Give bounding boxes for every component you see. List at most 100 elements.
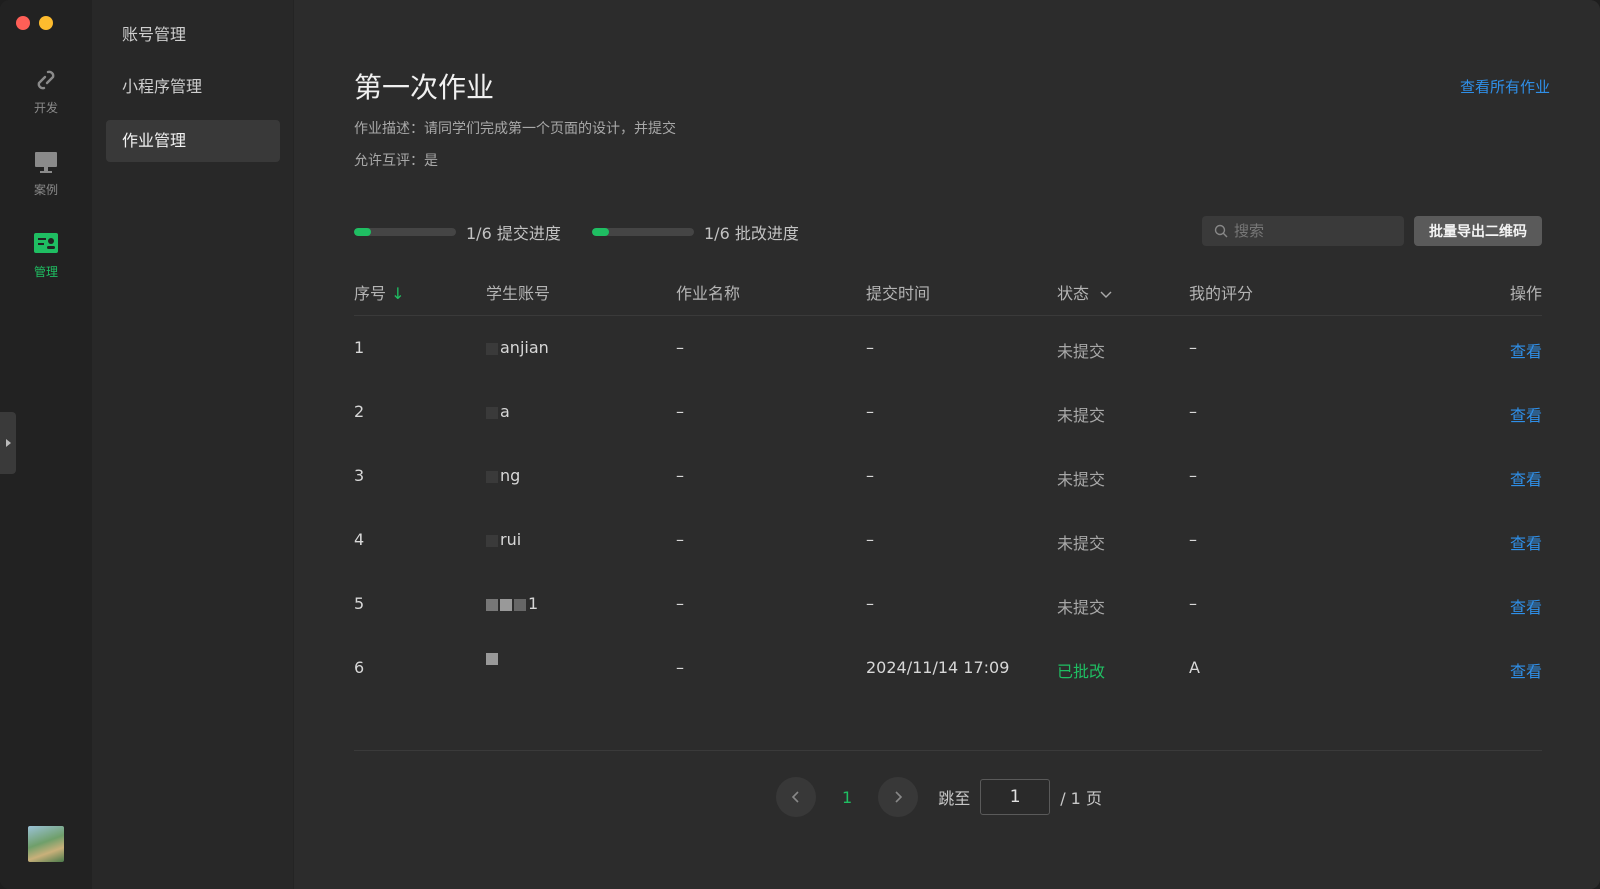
row-submit-time: – xyxy=(866,338,874,357)
review-progress-fill xyxy=(592,228,609,236)
chevron-down-icon xyxy=(1100,291,1112,298)
row-index: 3 xyxy=(354,466,365,485)
table-row: 4 rui – – 未提交 – 查看 xyxy=(354,508,1542,572)
redacted-mask xyxy=(486,534,498,547)
header-index-label: 序号 xyxy=(354,284,387,303)
row-score: – xyxy=(1189,466,1197,485)
row-status: 未提交 xyxy=(1057,534,1106,553)
row-account-text: 1 xyxy=(528,594,539,613)
row-account-text: rui xyxy=(500,530,522,549)
header-index[interactable]: 序号 ↓ xyxy=(354,280,405,304)
row-status: 未提交 xyxy=(1057,598,1106,617)
row-homework-name: – xyxy=(676,594,684,613)
redacted-mask xyxy=(486,470,498,483)
sort-down-icon: ↓ xyxy=(391,284,405,303)
row-view-link[interactable]: 查看 xyxy=(1510,338,1542,362)
row-score: – xyxy=(1189,530,1197,549)
link-icon xyxy=(37,70,55,90)
batch-export-qrcode-button[interactable]: 批量导出二维码 xyxy=(1414,216,1542,246)
header-status-label: 状态 xyxy=(1057,284,1090,303)
close-window-button[interactable] xyxy=(16,16,30,30)
total-pages-label: / 1 页 xyxy=(1060,789,1102,808)
row-status: 未提交 xyxy=(1057,406,1106,425)
row-submit-time: – xyxy=(866,402,874,421)
rail-item-label: 案例 xyxy=(33,183,58,197)
row-view-link[interactable]: 查看 xyxy=(1510,402,1542,426)
menu-item-miniprogram[interactable]: 小程序管理 xyxy=(106,66,280,108)
avatar[interactable] xyxy=(28,826,64,862)
row-status: 未提交 xyxy=(1057,342,1106,361)
row-account: ng xyxy=(486,466,520,485)
row-index: 2 xyxy=(354,402,365,421)
search-icon xyxy=(1214,224,1228,238)
monitor-icon xyxy=(35,152,57,173)
row-homework-name: – xyxy=(676,658,684,677)
pagination: 1 跳至 / 1 页 xyxy=(776,776,1102,818)
header-status[interactable]: 状态 xyxy=(1057,280,1112,304)
row-status: 已批改 xyxy=(1057,662,1106,681)
submit-progress: 1/6 提交进度 xyxy=(354,222,561,243)
jump-page-input[interactable] xyxy=(980,779,1051,815)
row-account-text: ng xyxy=(500,466,521,485)
table-row: 6 – 2024/11/14 17:09 已批改 A 查看 xyxy=(354,636,1542,700)
redacted-mask xyxy=(486,598,498,611)
row-account-text: anjian xyxy=(500,338,549,357)
row-score: – xyxy=(1189,402,1197,421)
row-account: a xyxy=(486,402,510,421)
row-index: 5 xyxy=(354,594,365,613)
row-view-link[interactable]: 查看 xyxy=(1510,658,1542,682)
row-status: 未提交 xyxy=(1057,470,1106,489)
search-input[interactable] xyxy=(1234,222,1394,240)
view-all-homework-link[interactable]: 查看所有作业 xyxy=(1460,76,1550,97)
table-row: 2 a – – 未提交 – 查看 xyxy=(354,380,1542,444)
table-row: 3 ng – – 未提交 – 查看 xyxy=(354,444,1542,508)
table-header: 序号 ↓ 学生账号 作业名称 提交时间 状态 我的评分 操作 xyxy=(354,274,1542,316)
rail-item-label: 管理 xyxy=(33,265,58,279)
row-homework-name: – xyxy=(676,402,684,421)
row-score: – xyxy=(1189,594,1197,613)
submit-progress-bar xyxy=(354,228,456,236)
page-number-current[interactable]: 1 xyxy=(842,788,852,807)
row-view-link[interactable]: 查看 xyxy=(1510,466,1542,490)
row-submit-time: – xyxy=(866,530,874,549)
next-page-button[interactable] xyxy=(878,777,919,817)
row-index: 4 xyxy=(354,530,365,549)
row-score: – xyxy=(1189,338,1197,357)
row-view-link[interactable]: 查看 xyxy=(1510,530,1542,554)
row-score: A xyxy=(1189,658,1200,677)
page-title: 第一次作业 xyxy=(354,71,495,104)
prev-page-button[interactable] xyxy=(776,777,816,817)
rail-item-cases[interactable]: 案例 xyxy=(0,148,92,198)
menu-item-homework[interactable]: 作业管理 xyxy=(106,120,280,162)
redacted-mask xyxy=(486,342,498,355)
rail-item-label: 开发 xyxy=(33,101,58,115)
rail-item-develop[interactable]: 开发 xyxy=(0,66,92,116)
review-progress-label: 1/6 批改进度 xyxy=(704,224,799,243)
header-submit-time: 提交时间 xyxy=(866,284,931,303)
submit-progress-label: 1/6 提交进度 xyxy=(466,224,561,243)
rail-item-manage[interactable]: 管理 xyxy=(0,230,92,280)
redacted-mask xyxy=(486,652,498,665)
row-index: 6 xyxy=(354,658,365,677)
review-progress: 1/6 批改进度 xyxy=(592,222,799,243)
row-submit-time: 2024/11/14 17:09 xyxy=(866,658,1010,677)
row-submit-time: – xyxy=(866,594,874,613)
peer-review-setting: 允许互评：是 xyxy=(354,153,438,169)
search-box[interactable] xyxy=(1202,216,1404,246)
jump-to-label: 跳至 xyxy=(938,789,971,808)
row-homework-name: – xyxy=(676,338,684,357)
menu-item-account[interactable]: 账号管理 xyxy=(106,14,280,56)
minimize-window-button[interactable] xyxy=(39,16,53,30)
redacted-mask xyxy=(486,406,498,419)
row-account: rui xyxy=(486,530,521,549)
main-content: 第一次作业 查看所有作业 作业描述：请同学们完成第一个页面的设计，并提交 允许互… xyxy=(294,0,1600,889)
secondary-menu: 账号管理 小程序管理 作业管理 xyxy=(92,0,294,889)
table-row: 1 anjian – – 未提交 – 查看 xyxy=(354,316,1542,380)
collapse-sidebar-toggle[interactable] xyxy=(0,412,16,474)
icon-rail: 开发 案例 管理 xyxy=(0,0,92,889)
row-view-link[interactable]: 查看 xyxy=(1510,594,1542,618)
table-divider xyxy=(354,750,1542,751)
row-homework-name: – xyxy=(676,530,684,549)
row-account xyxy=(486,648,500,667)
row-account: anjian xyxy=(486,338,549,357)
